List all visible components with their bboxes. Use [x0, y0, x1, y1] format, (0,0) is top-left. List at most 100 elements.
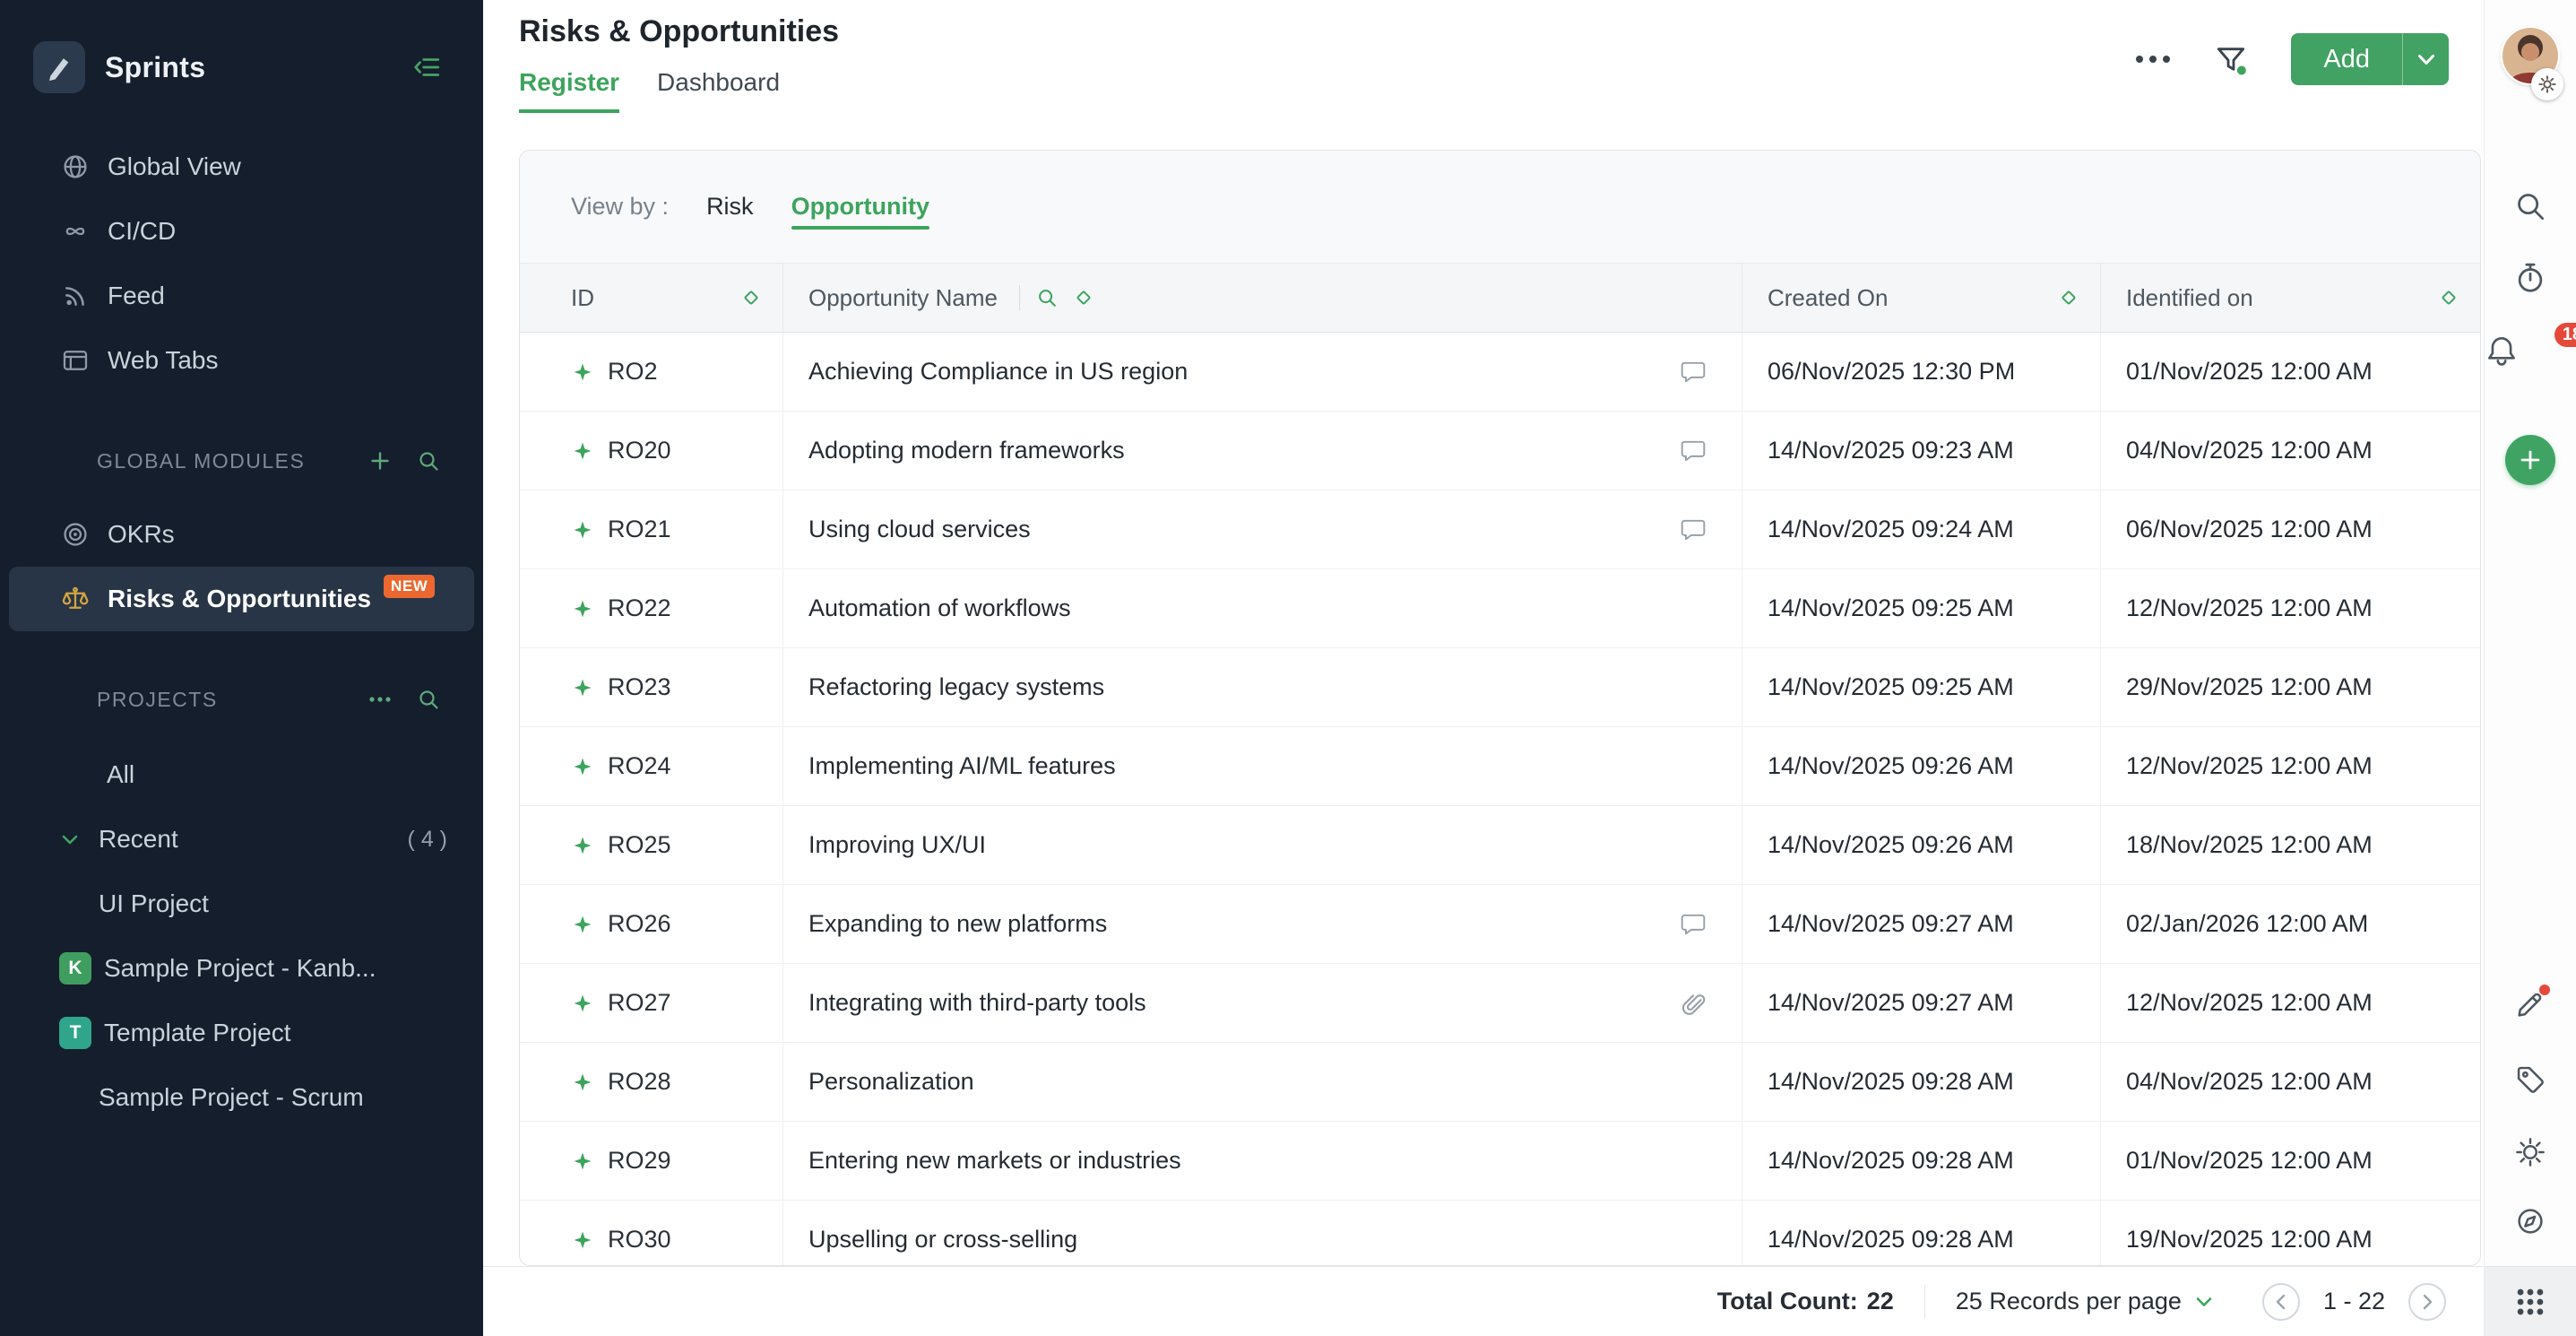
cell-id: RO23 [520, 648, 783, 726]
comment-icon[interactable] [1680, 359, 1707, 386]
sidebar-item-recent[interactable]: Recent ( 4 ) [0, 807, 483, 872]
table-row[interactable]: RO23 Refactoring legacy systems 14/Nov/2… [520, 648, 2480, 727]
view-by-bar: View by : Risk Opportunity [520, 151, 2480, 264]
tab-register[interactable]: Register [519, 68, 619, 113]
comment-icon[interactable] [1680, 911, 1707, 938]
row-name-text: Adopting modern frameworks [808, 437, 1125, 464]
add-button[interactable]: Add [2291, 33, 2449, 85]
sidebar-item-feed[interactable]: Feed [0, 264, 483, 328]
attachment-icon[interactable] [1680, 990, 1707, 1017]
table-row[interactable]: RO22 Automation of workflows 14/Nov/2025… [520, 569, 2480, 648]
row-identified-text: 12/Nov/2025 12:00 AM [2126, 752, 2373, 780]
field-diamond-icon[interactable] [741, 288, 761, 308]
filter-icon[interactable] [2214, 42, 2248, 76]
row-identified-text: 18/Nov/2025 12:00 AM [2126, 831, 2373, 859]
table-row[interactable]: RO24 Implementing AI/ML features 14/Nov/… [520, 727, 2480, 806]
row-name-text: Refactoring legacy systems [808, 673, 1104, 701]
sprints-logo-icon[interactable] [33, 41, 85, 93]
chevron-down-icon [59, 828, 84, 850]
search-projects-icon[interactable] [417, 688, 440, 711]
column-header-id: ID [520, 264, 783, 332]
compass-icon[interactable] [2514, 1205, 2546, 1237]
timer-icon[interactable] [2513, 261, 2547, 295]
comment-icon[interactable] [1680, 438, 1707, 464]
cell-id: RO20 [520, 412, 783, 490]
row-created-text: 14/Nov/2025 09:25 AM [1768, 594, 2014, 622]
sidebar-item-web-tabs[interactable]: Web Tabs [0, 328, 483, 393]
sidebar-item-okrs[interactable]: OKRs [0, 502, 483, 567]
column-header-created: Created On [1742, 264, 2101, 332]
table-row[interactable]: RO2 Achieving Compliance in US region 06… [520, 333, 2480, 412]
cell-name: Achieving Compliance in US region [783, 333, 1742, 411]
cell-name: Entering new markets or industries [783, 1122, 1742, 1200]
cell-name: Expanding to new platforms [783, 885, 1742, 963]
comment-icon[interactable] [1680, 516, 1707, 543]
cell-name: Implementing AI/ML features [783, 727, 1742, 805]
table-row[interactable]: RO26 Expanding to new platforms 14/Nov/2… [520, 885, 2480, 964]
cell-id: RO22 [520, 569, 783, 647]
field-diamond-icon[interactable] [1074, 288, 1094, 308]
cell-id: RO27 [520, 964, 783, 1042]
row-created-text: 14/Nov/2025 09:28 AM [1768, 1147, 2014, 1175]
next-page-button[interactable] [2408, 1283, 2446, 1321]
marker-slot [1677, 438, 1709, 464]
tab-dashboard[interactable]: Dashboard [657, 68, 780, 113]
search-modules-icon[interactable] [417, 449, 440, 473]
app-grid-icon[interactable] [2485, 1266, 2576, 1336]
column-label: Opportunity Name [808, 284, 998, 312]
settings-gear-icon[interactable] [2531, 68, 2563, 100]
table-row[interactable]: RO20 Adopting modern frameworks 14/Nov/2… [520, 412, 2480, 490]
sidebar-item-template-project[interactable]: T Template Project [0, 1001, 483, 1065]
marker-slot [1677, 359, 1709, 386]
sidebar-item-label: Global View [108, 152, 241, 181]
tag-icon[interactable] [2514, 1063, 2546, 1096]
row-name-text: Automation of workflows [808, 594, 1071, 622]
row-id-text: RO20 [608, 437, 671, 464]
records-per-page-label: 25 Records per page [1956, 1288, 2182, 1315]
sidebar-item-cicd[interactable]: CI/CD [0, 199, 483, 264]
table-row[interactable]: RO29 Entering new markets or industries … [520, 1122, 2480, 1201]
notification-count-badge: 18 [2554, 323, 2576, 347]
field-diamond-icon[interactable] [2439, 288, 2459, 308]
row-created-text: 14/Nov/2025 09:26 AM [1768, 752, 2014, 780]
section-projects: PROJECTS [0, 665, 483, 733]
records-per-page-select[interactable]: 25 Records per page [1956, 1288, 2212, 1315]
web-tabs-icon [59, 346, 91, 375]
sidebar-item-sample-kanban[interactable]: K Sample Project - Kanb... [0, 936, 483, 1001]
cell-name: Improving UX/UI [783, 806, 1742, 884]
row-id-text: RO30 [608, 1226, 671, 1254]
column-label: Identified on [2126, 284, 2253, 312]
sidebar-item-global-view[interactable]: Global View [0, 134, 483, 199]
opportunity-type-icon [572, 993, 593, 1014]
sidebar-item-sample-scrum[interactable]: Sample Project - Scrum [0, 1065, 483, 1130]
notifications-bell-icon[interactable]: 18 [2485, 334, 2576, 368]
field-diamond-icon[interactable] [2059, 288, 2079, 308]
view-by-risk[interactable]: Risk [706, 193, 754, 221]
theme-sun-icon[interactable] [2514, 1136, 2546, 1168]
sidebar-item-all-projects[interactable]: All [0, 742, 483, 807]
projects-more-icon[interactable] [368, 688, 392, 711]
column-search-icon[interactable] [1036, 287, 1058, 308]
row-id-text: RO29 [608, 1147, 671, 1175]
quick-add-button[interactable] [2505, 435, 2555, 485]
table-row[interactable]: RO25 Improving UX/UI 14/Nov/2025 09:26 A… [520, 806, 2480, 885]
add-module-icon[interactable] [368, 449, 392, 473]
global-search-icon[interactable] [2513, 189, 2547, 223]
sidebar-item-risks-opportunities[interactable]: Risks & Opportunities NEW [9, 567, 474, 631]
table-row[interactable]: RO21 Using cloud services 14/Nov/2025 09… [520, 490, 2480, 569]
table-row[interactable]: RO27 Integrating with third-party tools … [520, 964, 2480, 1043]
add-dropdown-button[interactable] [2402, 33, 2449, 85]
table-row[interactable]: RO28 Personalization 14/Nov/2025 09:28 A… [520, 1043, 2480, 1122]
section-title: PROJECTS [97, 688, 218, 712]
prev-page-button[interactable] [2262, 1283, 2300, 1321]
opportunity-type-icon [572, 835, 593, 856]
collapse-sidebar-icon[interactable] [413, 53, 442, 82]
sidebar-item-ui-project[interactable]: UI Project [0, 872, 483, 936]
feedback-pencil-icon[interactable] [2514, 988, 2546, 1020]
more-options-icon[interactable] [2135, 55, 2171, 64]
total-count-value: 22 [1867, 1288, 1894, 1315]
view-by-opportunity[interactable]: Opportunity [791, 193, 929, 221]
view-by-label: View by : [571, 193, 669, 221]
table-row[interactable]: RO30 Upselling or cross-selling 14/Nov/2… [520, 1201, 2480, 1266]
row-name-text: Integrating with third-party tools [808, 989, 1146, 1017]
